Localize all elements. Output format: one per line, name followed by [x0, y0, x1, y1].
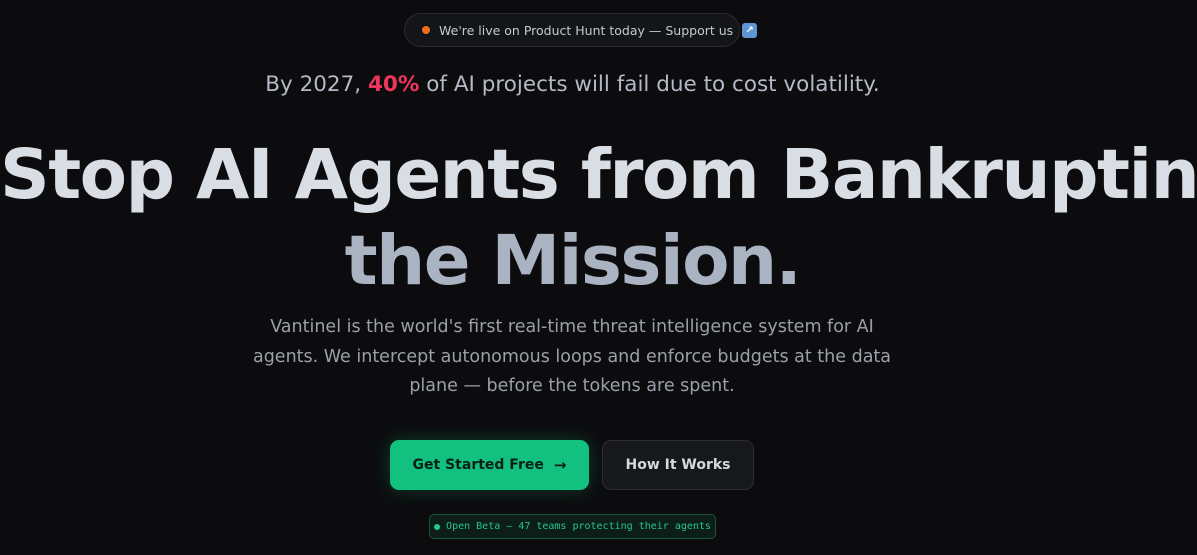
- hero-headline: Stop AI Agents from Bankrupting the Miss…: [0, 132, 1197, 304]
- how-it-works-label: How It Works: [625, 457, 731, 473]
- arrow-right-icon: →: [553, 455, 567, 474]
- live-dot-icon: [422, 26, 430, 34]
- open-beta-badge: Open Beta — 47 teams protecting their ag…: [429, 514, 716, 539]
- landing-hero: We're live on Product Hunt today — Suppo…: [0, 0, 1197, 555]
- status-dot-icon: [434, 523, 441, 530]
- get-started-label: Get Started Free: [412, 457, 544, 473]
- stat-suffix: of AI projects will fail due to cost vol…: [426, 72, 880, 97]
- headline-line-2: the Mission.: [344, 221, 802, 301]
- how-it-works-button[interactable]: How It Works: [602, 440, 754, 490]
- stat-prefix: By 2027,: [265, 72, 362, 97]
- get-started-button[interactable]: Get Started Free →: [390, 440, 589, 490]
- beta-text: Open Beta — 47 teams protecting their ag…: [446, 521, 711, 532]
- headline-line-1: Stop AI Agents from Bankrupting: [0, 135, 1197, 215]
- hero-description: Vantinel is the world's first real-time …: [252, 317, 892, 396]
- stat-highlight: 40%: [367, 72, 420, 97]
- external-link-icon: ↗: [742, 22, 758, 38]
- stat-line: By 2027, 40% of AI projects will fail du…: [0, 72, 1145, 97]
- announcement-text: We're live on Product Hunt today — Suppo…: [439, 22, 734, 38]
- product-hunt-announcement[interactable]: We're live on Product Hunt today — Suppo…: [404, 13, 758, 47]
